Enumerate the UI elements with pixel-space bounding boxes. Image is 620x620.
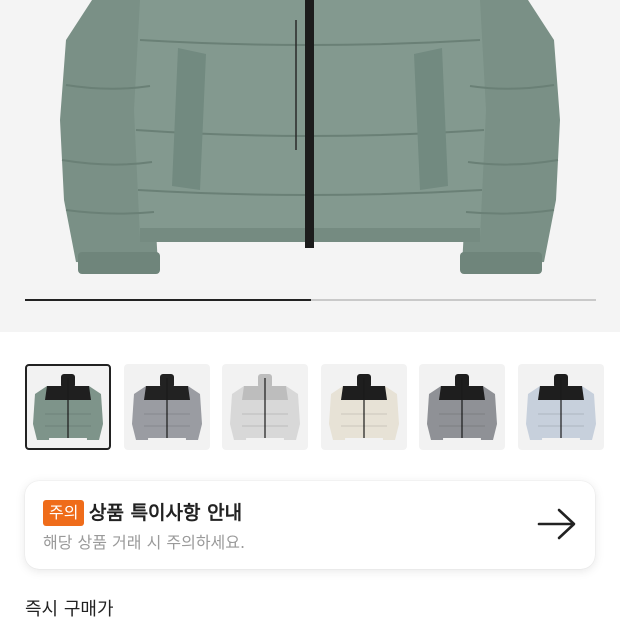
thumbnail-green-black-puffer[interactable]: [25, 364, 111, 450]
white-camo-puffer-image: [230, 374, 300, 440]
blue-white-camo-puffer-image: [525, 374, 596, 440]
green-black-puffer-image: [33, 374, 103, 440]
thumbnail-strip: [25, 364, 620, 450]
thumbnail-blue-white-camo-puffer[interactable]: [517, 364, 604, 450]
thumbnail-cream-black-puffer[interactable]: [320, 364, 407, 450]
product-notice-card[interactable]: 주의 상품 특이사항 안내 해당 상품 거래 시 주의하세요.: [25, 481, 595, 569]
arrow-right-icon[interactable]: [537, 507, 577, 541]
instant-buy-price-label: 즉시 구매가: [25, 599, 114, 620]
image-slide-progress-fill: [25, 299, 311, 301]
thumbnail-grey-black-puffer[interactable]: [123, 364, 210, 450]
green-puffer-jacket-image: [60, 0, 560, 274]
thumbnail-leopard-black-puffer[interactable]: [419, 364, 505, 450]
product-page: 주의 상품 특이사항 안내 해당 상품 거래 시 주의하세요. 즉시 구매가: [0, 0, 620, 620]
caution-badge: 주의: [43, 500, 85, 526]
product-hero-image[interactable]: [0, 0, 620, 332]
notice-title: 상품 특이사항 안내: [89, 502, 243, 524]
grey-black-puffer-image: [131, 374, 202, 440]
thumbnail-white-camo-puffer[interactable]: [222, 364, 308, 450]
leopard-black-puffer-image: [427, 374, 497, 440]
cream-black-puffer-image: [328, 374, 399, 440]
notice-description: 해당 상품 거래 시 주의하세요.: [43, 533, 246, 552]
image-slide-progress: [25, 299, 596, 301]
